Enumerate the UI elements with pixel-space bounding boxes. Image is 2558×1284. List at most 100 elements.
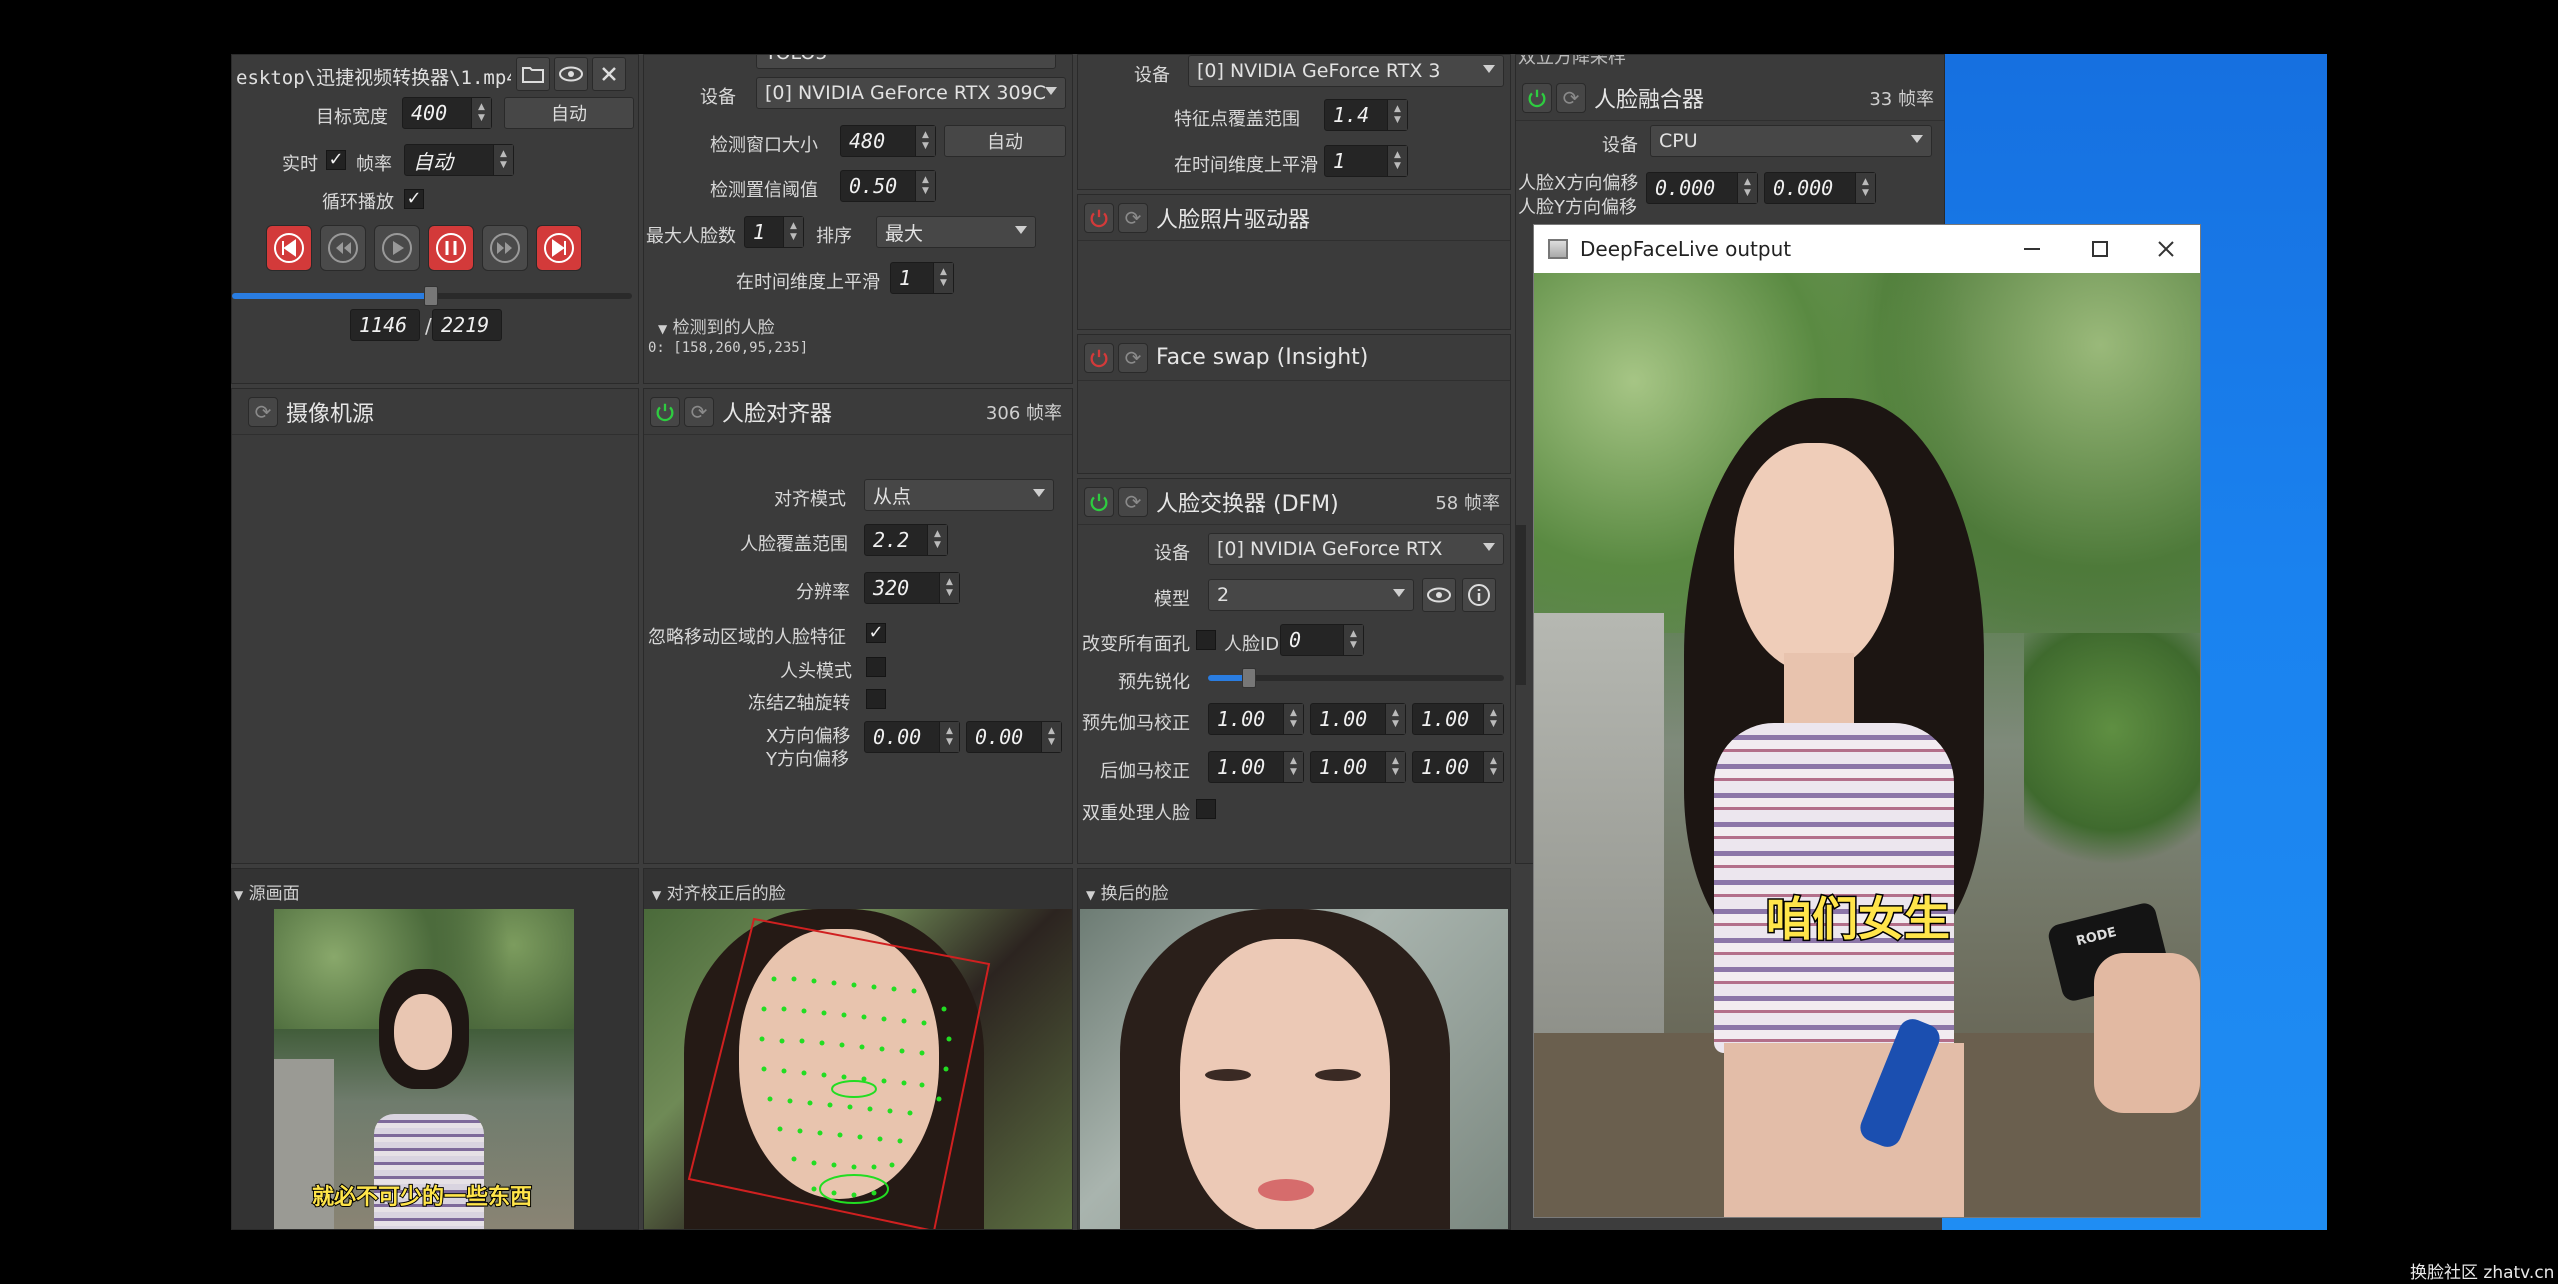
- coverage-label: 人脸覆盖范围: [740, 534, 848, 555]
- face-id-label: 人脸ID: [1224, 634, 1280, 655]
- postgamma-r-spinbox[interactable]: 1.00 ▲ ▼: [1208, 751, 1304, 783]
- power-icon[interactable]: [1084, 202, 1114, 233]
- refresh-icon[interactable]: ⟳: [1118, 342, 1148, 373]
- merger-y-offset-label: 人脸Y方向偏移: [1518, 197, 1637, 218]
- close-icon[interactable]: [592, 57, 626, 91]
- folder-icon[interactable]: [516, 57, 550, 91]
- marker-coverage-label: 特征点覆盖范围: [1174, 109, 1300, 130]
- coverage-spinbox[interactable]: 2.2 ▲ ▼: [864, 524, 948, 556]
- target-width-spinbox[interactable]: 400 ▲ ▼: [402, 97, 492, 129]
- swapped-face-section[interactable]: ▼ 换后的脸: [1086, 879, 1169, 904]
- file-source-panel: esktop\迅捷视频转换器\1.mp4 目标宽度 400 ▲ ▼ 自动 实时 ✓ …: [231, 54, 639, 384]
- resolution-spinbox[interactable]: 320 ▲ ▼: [864, 572, 960, 604]
- output-window-titlebar[interactable]: DeepFaceLive output: [1534, 225, 2200, 273]
- right-eye: [1315, 1069, 1361, 1081]
- rewind-button[interactable]: [320, 225, 366, 271]
- fps-label: 帧率: [356, 154, 392, 175]
- marker-coverage-spinbox[interactable]: 1.4 ▲ ▼: [1324, 99, 1408, 131]
- swap-all-checkbox[interactable]: [1196, 630, 1216, 650]
- pause-button[interactable]: [428, 225, 474, 271]
- y-offset-spinbox[interactable]: 0.00 ▲ ▼: [966, 721, 1062, 753]
- loop-checkbox[interactable]: ✓: [404, 189, 424, 209]
- face-swap-insight-title: Face swap (Insight): [1156, 345, 1369, 370]
- frame-current-field[interactable]: 1146: [350, 309, 420, 341]
- close-icon[interactable]: [2134, 225, 2198, 273]
- marker-smooth-label: 在时间维度上平滑: [1174, 155, 1318, 176]
- power-icon[interactable]: [1084, 486, 1114, 517]
- auto-width-button[interactable]: 自动: [504, 97, 634, 129]
- dfm-device-label: 设备: [1154, 543, 1190, 564]
- threshold-spinbox[interactable]: 0.50 ▲ ▼: [840, 170, 936, 202]
- aligned-face-preview: ▼ 对齐校正后的脸: [643, 868, 1073, 1230]
- merger-device-combo[interactable]: CPU: [1650, 125, 1932, 157]
- aligned-face-section[interactable]: ▼ 对齐校正后的脸: [652, 879, 786, 904]
- resolution-label: 分辨率: [796, 582, 850, 603]
- face-marker-panel: 设备 [0] NVIDIA GeForce RTX 3 特征点覆盖范围 1.4 ▲…: [1077, 54, 1511, 190]
- maximize-icon[interactable]: [2068, 225, 2132, 273]
- exclude-moving-checkbox[interactable]: ✓: [866, 623, 886, 643]
- face-aligner-fps: 306 帧率: [985, 402, 1062, 424]
- merger-x-offset-label: 人脸X方向偏移: [1518, 173, 1639, 194]
- two-pass-checkbox[interactable]: [1196, 799, 1216, 819]
- postgamma-g-spinbox[interactable]: 1.00 ▲ ▼: [1310, 751, 1406, 783]
- detected-faces-section[interactable]: ▼ 检测到的人脸: [658, 313, 775, 338]
- face-swapper-dfm-header: ⟳ 人脸交换器 (DFM) 58 帧率: [1078, 479, 1510, 525]
- pregamma-g-spinbox[interactable]: 1.00 ▲ ▼: [1310, 703, 1406, 735]
- power-icon[interactable]: [1522, 82, 1552, 113]
- dfm-device-combo[interactable]: [0] NVIDIA GeForce RTX: [1208, 533, 1504, 565]
- presharpen-label: 预先锐化: [1118, 672, 1190, 693]
- eye-icon[interactable]: [1422, 578, 1456, 612]
- head-mode-checkbox[interactable]: [866, 657, 886, 677]
- postgamma-b-spinbox[interactable]: 1.00 ▲ ▼: [1412, 751, 1504, 783]
- minimize-icon[interactable]: [2000, 225, 2064, 273]
- detector-device-combo[interactable]: [0] NVIDIA GeForce RTX 309C: [756, 77, 1066, 109]
- sort-combo[interactable]: 最大: [876, 216, 1036, 248]
- freeze-z-checkbox[interactable]: [866, 689, 886, 709]
- merger-y-offset-spinbox[interactable]: 0.000 ▲ ▼: [1764, 172, 1876, 204]
- detector-smooth-spinbox[interactable]: 1 ▲ ▼: [890, 262, 954, 294]
- fast-forward-button[interactable]: [482, 225, 528, 271]
- window-size-spinbox[interactable]: 480 ▲ ▼: [840, 125, 936, 157]
- face-id-spinbox[interactable]: 0 ▲ ▼: [1280, 624, 1364, 656]
- seek-slider-handle[interactable]: [424, 286, 438, 306]
- merger-device-label: 设备: [1602, 135, 1638, 156]
- refresh-icon[interactable]: ⟳: [248, 396, 278, 427]
- source-frame-section[interactable]: ▼ 源画面: [234, 879, 300, 904]
- fps-spinbox[interactable]: 自动 ▲ ▼: [404, 144, 514, 176]
- file-path-field[interactable]: esktop\迅捷视频转换器\1.mp4: [236, 59, 511, 91]
- eye-icon[interactable]: [554, 57, 588, 91]
- info-icon[interactable]: [1462, 578, 1496, 612]
- power-icon[interactable]: [650, 396, 680, 427]
- go-end-button[interactable]: [536, 225, 582, 271]
- go-start-button[interactable]: [266, 225, 312, 271]
- power-icon[interactable]: [1084, 342, 1114, 373]
- detector-type-combo[interactable]: YOLO5: [756, 55, 1056, 69]
- app-icon: [1548, 239, 1568, 259]
- presharpen-slider-handle[interactable]: [1242, 668, 1256, 688]
- x-offset-spinbox[interactable]: 0.00 ▲ ▼: [864, 721, 960, 753]
- pregamma-r-spinbox[interactable]: 1.00 ▲ ▼: [1208, 703, 1304, 735]
- max-faces-spinbox[interactable]: 1 ▲ ▼: [744, 216, 804, 248]
- realtime-checkbox[interactable]: ✓: [326, 150, 346, 170]
- hand-shape: [2094, 953, 2200, 1113]
- marker-smooth-spinbox[interactable]: 1 ▲ ▼: [1324, 145, 1408, 177]
- refresh-icon[interactable]: ⟳: [1118, 202, 1148, 233]
- marker-device-combo[interactable]: [0] NVIDIA GeForce RTX 3: [1188, 55, 1504, 87]
- auto-window-button[interactable]: 自动: [944, 125, 1066, 157]
- face-animator-header: ⟳ 人脸照片驱动器: [1078, 195, 1510, 241]
- face-aligner-title: 人脸对齐器: [722, 401, 833, 427]
- refresh-icon[interactable]: ⟳: [1118, 486, 1148, 517]
- face-detector-panel: YOLO5 设备 [0] NVIDIA GeForce RTX 309C 检测窗…: [643, 54, 1073, 384]
- output-caption: 咱们女生: [1765, 891, 1952, 948]
- play-button[interactable]: [374, 225, 420, 271]
- merger-x-offset-spinbox[interactable]: 0.000 ▲ ▼: [1646, 172, 1758, 204]
- pregamma-b-spinbox[interactable]: 1.00 ▲ ▼: [1412, 703, 1504, 735]
- frame-total-field: 2219: [432, 309, 502, 341]
- refresh-icon[interactable]: ⟳: [684, 396, 714, 427]
- face-swapper-dfm-panel: ⟳ 人脸交换器 (DFM) 58 帧率 设备 [0] NVIDIA GeForc…: [1077, 478, 1511, 864]
- refresh-icon[interactable]: ⟳: [1556, 82, 1586, 113]
- swapped-face-image: [1080, 909, 1508, 1229]
- align-mode-combo[interactable]: 从点: [864, 479, 1054, 511]
- model-combo[interactable]: 2: [1208, 579, 1414, 611]
- face-aligner-header: ⟳ 人脸对齐器 306 帧率: [644, 389, 1072, 435]
